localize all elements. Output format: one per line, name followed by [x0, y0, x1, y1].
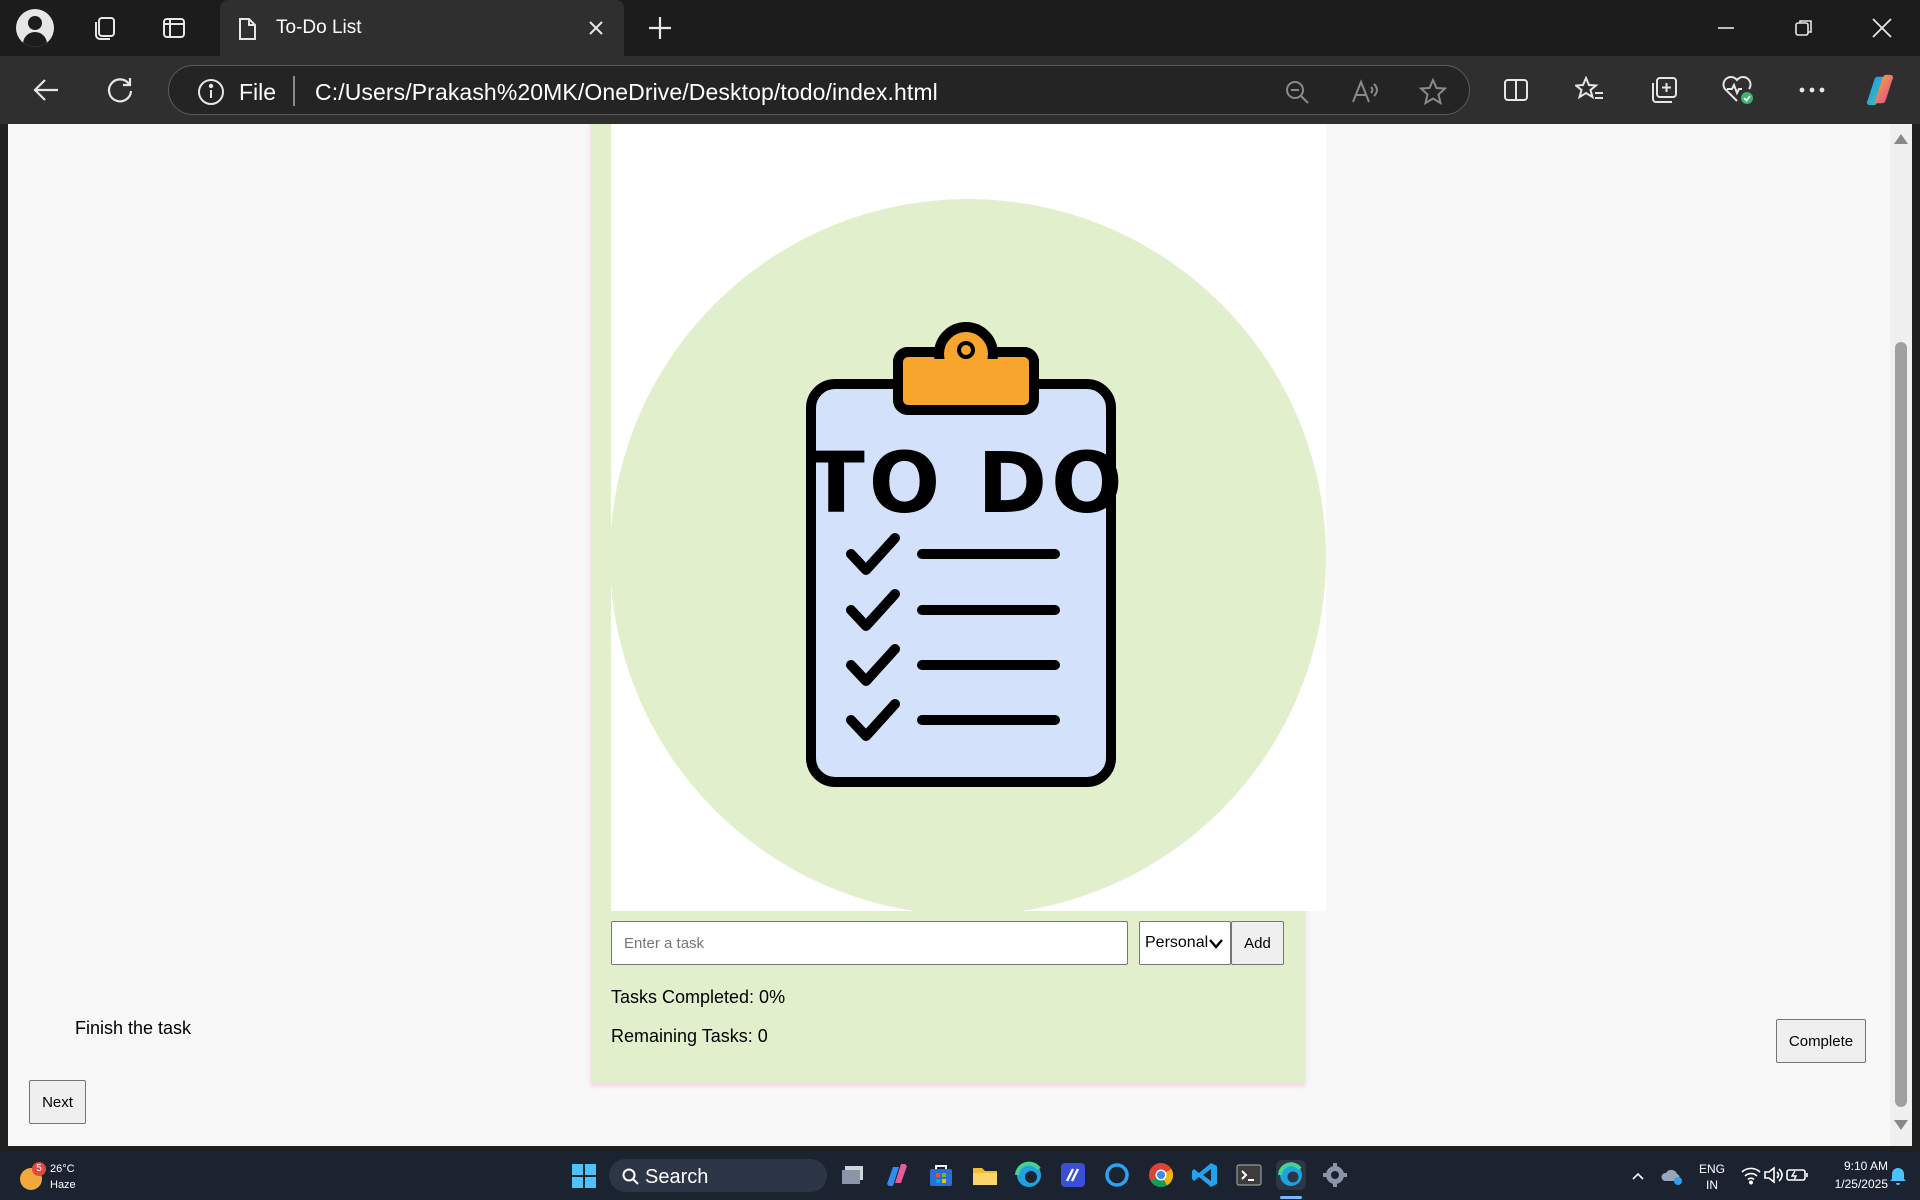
window-edge [1912, 124, 1920, 1146]
url-divider [293, 76, 295, 106]
collections-icon[interactable] [1646, 72, 1682, 108]
clock-time[interactable]: 9:10 AM [1818, 1159, 1888, 1173]
task-input[interactable] [611, 921, 1128, 965]
store-icon[interactable] [926, 1160, 956, 1190]
wifi-icon[interactable] [1740, 1164, 1762, 1188]
task-view-icon[interactable] [838, 1160, 868, 1190]
onedrive-icon[interactable] [1660, 1164, 1684, 1188]
add-button[interactable]: Add [1231, 921, 1284, 965]
url-scheme: File [239, 79, 277, 105]
tab-bar: To-Do List [0, 0, 1920, 56]
new-tab-icon[interactable] [644, 12, 676, 44]
favorite-star-icon[interactable] [1417, 76, 1449, 108]
clock-date[interactable]: 1/25/2025 [1818, 1177, 1888, 1191]
copilot-app-icon[interactable] [882, 1160, 912, 1190]
category-selected: Personal [1145, 934, 1209, 951]
copilot-icon[interactable] [1862, 72, 1898, 108]
power-automate-icon[interactable] [1058, 1160, 1088, 1190]
vertical-scrollbar[interactable] [1890, 124, 1912, 1146]
document-icon [236, 17, 258, 46]
weather-widget[interactable]: 5 26°C Haze [18, 1158, 98, 1196]
complete-button[interactable]: Complete [1776, 1019, 1866, 1063]
hero-title: TO DO [807, 434, 1126, 532]
terminal-icon[interactable] [1234, 1160, 1264, 1190]
weather-condition: Haze [50, 1179, 76, 1191]
scroll-down-arrow-icon[interactable] [1894, 1120, 1908, 1130]
split-screen-icon[interactable] [1498, 72, 1534, 108]
category-select[interactable]: Personal [1139, 921, 1231, 965]
lang-secondary: IN [1706, 1178, 1718, 1192]
active-app-indicator [1280, 1196, 1302, 1199]
more-icon[interactable] [1794, 72, 1830, 108]
scroll-up-arrow-icon[interactable] [1894, 134, 1908, 144]
address-bar: File C:/Users/Prakash%20MK/OneDrive/Desk… [0, 56, 1920, 124]
close-window-icon[interactable] [1852, 8, 1912, 48]
volume-icon[interactable] [1762, 1164, 1784, 1188]
refresh-icon[interactable] [102, 72, 138, 108]
taskbar-search[interactable]: Search [609, 1159, 827, 1192]
start-icon[interactable] [572, 1164, 596, 1188]
next-button[interactable]: Next [29, 1080, 86, 1124]
chrome-icon[interactable] [1146, 1160, 1176, 1190]
tasks-completed-text: Tasks Completed: 0% [611, 987, 786, 1007]
remaining-tasks-text: Remaining Tasks: 0 [611, 1026, 768, 1046]
info-icon[interactable] [197, 78, 225, 111]
battery-icon[interactable] [1785, 1164, 1809, 1188]
browser-essentials-icon[interactable] [1720, 72, 1756, 108]
edge-active-icon[interactable] [1276, 1160, 1306, 1190]
cortana-icon[interactable] [1102, 1160, 1132, 1190]
close-tab-icon[interactable] [582, 14, 610, 42]
page-viewport: TO DO Personal Add Tasks Completed: 0% R… [8, 124, 1890, 1146]
active-tab[interactable]: To-Do List [220, 0, 624, 56]
favorites-icon[interactable] [1572, 72, 1608, 108]
notification-bell-icon[interactable] [1888, 1164, 1910, 1188]
restore-icon[interactable] [1774, 8, 1834, 48]
weather-badge: 5 [32, 1162, 46, 1176]
workspaces-icon[interactable] [84, 8, 124, 48]
zoom-out-icon[interactable] [1281, 76, 1313, 108]
minimize-icon[interactable] [1696, 8, 1756, 48]
task-item-text: Finish the task [75, 1018, 192, 1038]
profile-icon[interactable] [16, 9, 54, 47]
vscode-icon[interactable] [1190, 1160, 1220, 1190]
omnibox[interactable]: File C:/Users/Prakash%20MK/OneDrive/Desk… [168, 65, 1470, 115]
search-label: Search [645, 1166, 709, 1188]
url-text[interactable]: C:/Users/Prakash%20MK/OneDrive/Desktop/t… [315, 79, 938, 106]
chevron-down-icon [1208, 937, 1224, 955]
file-explorer-icon[interactable] [970, 1160, 1000, 1190]
settings-icon[interactable] [1320, 1160, 1350, 1190]
lang-primary[interactable]: ENG [1698, 1162, 1726, 1176]
search-icon [622, 1168, 639, 1190]
tab-actions-icon[interactable] [154, 8, 194, 48]
weather-temp: 26°C [50, 1163, 75, 1175]
edge-icon[interactable] [1014, 1160, 1044, 1190]
tab-title: To-Do List [276, 17, 362, 38]
back-icon[interactable] [28, 72, 64, 108]
chevron-up-icon[interactable] [1626, 1164, 1650, 1188]
scrollbar-thumb[interactable] [1895, 342, 1907, 1107]
taskbar: 5 26°C Haze Search ENG IN 9:10 AM 1/25/2… [0, 1152, 1920, 1200]
todo-card: TO DO Personal Add Tasks Completed: 0% R… [591, 124, 1326, 1084]
todo-illustration: TO DO [611, 124, 1326, 911]
read-aloud-icon[interactable] [1349, 76, 1381, 108]
